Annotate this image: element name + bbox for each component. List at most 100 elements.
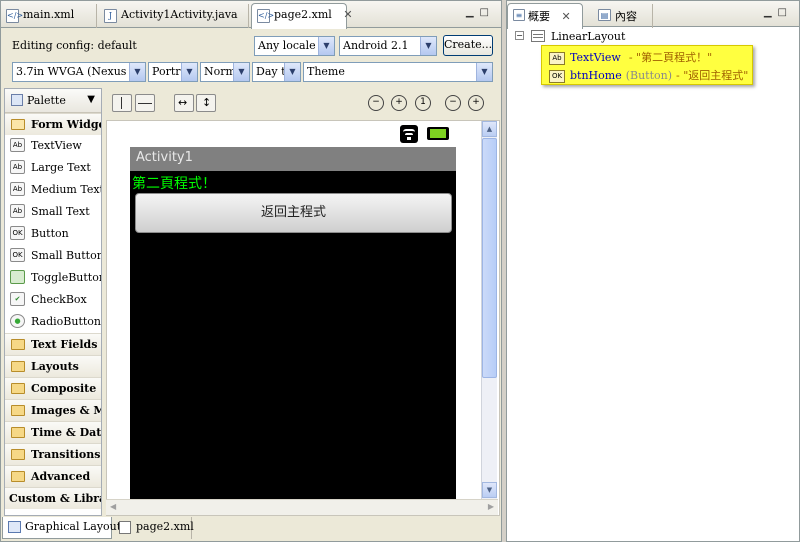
tab-outline[interactable]: ≡ 概要 ✕ (507, 3, 583, 29)
chevron-down-icon: ▼ (284, 63, 300, 81)
category-form-widgets[interactable]: Form Widge (5, 113, 101, 135)
palette-item-label: Large Text (31, 161, 91, 174)
palette-item[interactable]: Ab Large Text (5, 157, 101, 179)
layout-horizontal-icon[interactable] (135, 94, 155, 112)
tab-xml-source[interactable]: page2.xml (114, 517, 194, 539)
palette-item[interactable]: OK Button (5, 223, 101, 245)
minimize-icon[interactable]: ▁ (764, 7, 778, 18)
create-config-button[interactable]: Create... (443, 35, 493, 56)
palette-item-label: Medium Text (31, 183, 102, 196)
folder-icon (11, 449, 25, 460)
config-row: Editing config: default Any locale ▼ And… (2, 31, 500, 59)
tab-properties[interactable]: ▤ 內容 (593, 4, 653, 28)
tab-activity-java[interactable]: J Activity1Activity.java (99, 4, 249, 28)
palette-category-label: Transitions (31, 448, 101, 461)
widget-icon: OK (10, 226, 25, 240)
window-controls: ▁□ (764, 7, 793, 18)
scroll-right-icon[interactable]: ▶ (488, 502, 494, 511)
outline-item-name: btnHome (570, 69, 622, 82)
palette-category-label: Custom & Libra (9, 492, 102, 505)
theme-select[interactable]: Theme ▼ (303, 62, 493, 82)
palette-category-label: Images & Me (31, 404, 101, 417)
editor-tab-bar: </> main.xml J Activity1Activity.java </… (1, 1, 501, 29)
widget-list: Ab TextView Ab Large Text Ab Medium Text Ab Sma… (5, 135, 101, 333)
palette-item[interactable]: Ab TextView (5, 135, 101, 157)
zoom-fit-icon[interactable]: + (391, 95, 407, 111)
vertical-scrollbar[interactable]: ▲ ▼ (481, 121, 497, 499)
device-config-row: 3.7in WVGA (Nexus O ▼ Portra ▼ Norma ▼ D… (2, 61, 500, 85)
scroll-thumb[interactable] (482, 138, 497, 378)
chevron-down-icon: ▼ (318, 37, 334, 55)
palette-item[interactable]: ● RadioButton (5, 311, 101, 333)
properties-icon: ▤ (598, 9, 611, 21)
xml-file-icon: </> (6, 9, 23, 23)
palette-category[interactable]: Layouts (5, 355, 101, 377)
palette-item-label: Small Button (31, 249, 102, 262)
palette-category[interactable]: Images & Me (5, 399, 101, 421)
outline-item[interactable]: Ab TextView - "第二頁程式！" (549, 49, 712, 65)
fill-height-icon[interactable]: ↕ (196, 94, 216, 112)
chevron-down-icon[interactable]: ▼ (87, 94, 95, 105)
palette-category[interactable]: Advanced (5, 465, 101, 487)
fill-width-icon[interactable]: ↔ (174, 94, 194, 112)
zoom-minus-icon[interactable]: − (445, 95, 461, 111)
palette-item[interactable]: ToggleButton (5, 267, 101, 289)
widget-icon: Ab (10, 160, 25, 174)
android-version-select[interactable]: Android 2.1 ▼ (339, 36, 437, 56)
palette-category[interactable]: Composite (5, 377, 101, 399)
palette-category[interactable]: Text Fields (5, 333, 101, 355)
device-screen: Activity1 第二頁程式！ 返回主程式 (130, 147, 456, 499)
palette-item-label: TextView (31, 139, 82, 152)
tab-graphical-layout[interactable]: Graphical Layout (2, 517, 121, 539)
palette-category[interactable]: Transitions (5, 443, 101, 465)
close-icon[interactable]: ✕ (343, 8, 352, 21)
collapse-icon[interactable]: − (515, 31, 524, 40)
palette-item-label: RadioButton (31, 315, 101, 328)
tab-main-xml[interactable]: </> main.xml (1, 4, 97, 28)
chevron-down-icon: ▼ (181, 63, 197, 81)
palette-header[interactable]: Palette ▼ (5, 89, 101, 113)
orientation-select[interactable]: Portra ▼ (148, 62, 198, 82)
minimize-icon[interactable]: ▁ (466, 7, 480, 18)
palette-item-label: Small Text (31, 205, 90, 218)
palette-item[interactable]: ✔ CheckBox (5, 289, 101, 311)
widget-icon: ✔ (10, 292, 25, 306)
tab-page2-xml[interactable]: </> page2.xml ✕ (251, 3, 353, 29)
scroll-left-icon[interactable]: ◀ (110, 502, 116, 511)
folder-icon (11, 427, 25, 438)
layout-vertical-icon[interactable] (112, 94, 132, 112)
palette-item[interactable]: Ab Small Text (5, 201, 101, 223)
zoom-actual-icon[interactable]: 1 (415, 95, 431, 111)
activity-title-bar: Activity1 (130, 147, 456, 171)
home-button[interactable]: 返回主程式 (135, 193, 452, 233)
folder-icon (11, 405, 25, 416)
zoom-plus-icon[interactable]: + (468, 95, 484, 111)
palette-item-label: ToggleButton (31, 271, 102, 284)
text-view[interactable]: 第二頁程式！ (132, 173, 216, 193)
zoom-out-icon[interactable]: − (368, 95, 384, 111)
scroll-down-icon[interactable]: ▼ (482, 482, 497, 498)
palette-category[interactable]: Time & Date (5, 421, 101, 443)
palette-category[interactable]: Custom & Libra (5, 487, 101, 509)
outline-item-value: - "第二頁程式！" (628, 51, 713, 64)
palette-item[interactable]: OK Small Button (5, 245, 101, 267)
maximize-icon[interactable]: □ (480, 7, 495, 18)
widget-icon: OK (10, 248, 25, 262)
horizontal-scrollbar[interactable]: ◀ ▶ (106, 499, 498, 515)
widget-icon: Ab (10, 182, 25, 196)
maximize-icon[interactable]: □ (778, 7, 793, 18)
chevron-down-icon: ▼ (476, 63, 492, 81)
chevron-down-icon: ▼ (129, 63, 145, 81)
night-mode-select[interactable]: Day ti ▼ (252, 62, 301, 82)
palette-item[interactable]: Ab Medium Text (5, 179, 101, 201)
locale-select[interactable]: Any locale ▼ (254, 36, 335, 56)
widget-icon: OK (549, 69, 565, 83)
scroll-up-icon[interactable]: ▲ (482, 121, 497, 137)
device-select[interactable]: 3.7in WVGA (Nexus O ▼ (12, 62, 146, 82)
linear-layout-icon (531, 30, 545, 42)
outline-item[interactable]: OK btnHome (Button) - "返回主程式" (549, 67, 748, 83)
ui-mode-select[interactable]: Norma ▼ (200, 62, 250, 82)
outline-root[interactable]: LinearLayout (551, 30, 625, 43)
close-icon[interactable]: ✕ (562, 10, 571, 23)
widget-icon: Ab (549, 51, 565, 65)
